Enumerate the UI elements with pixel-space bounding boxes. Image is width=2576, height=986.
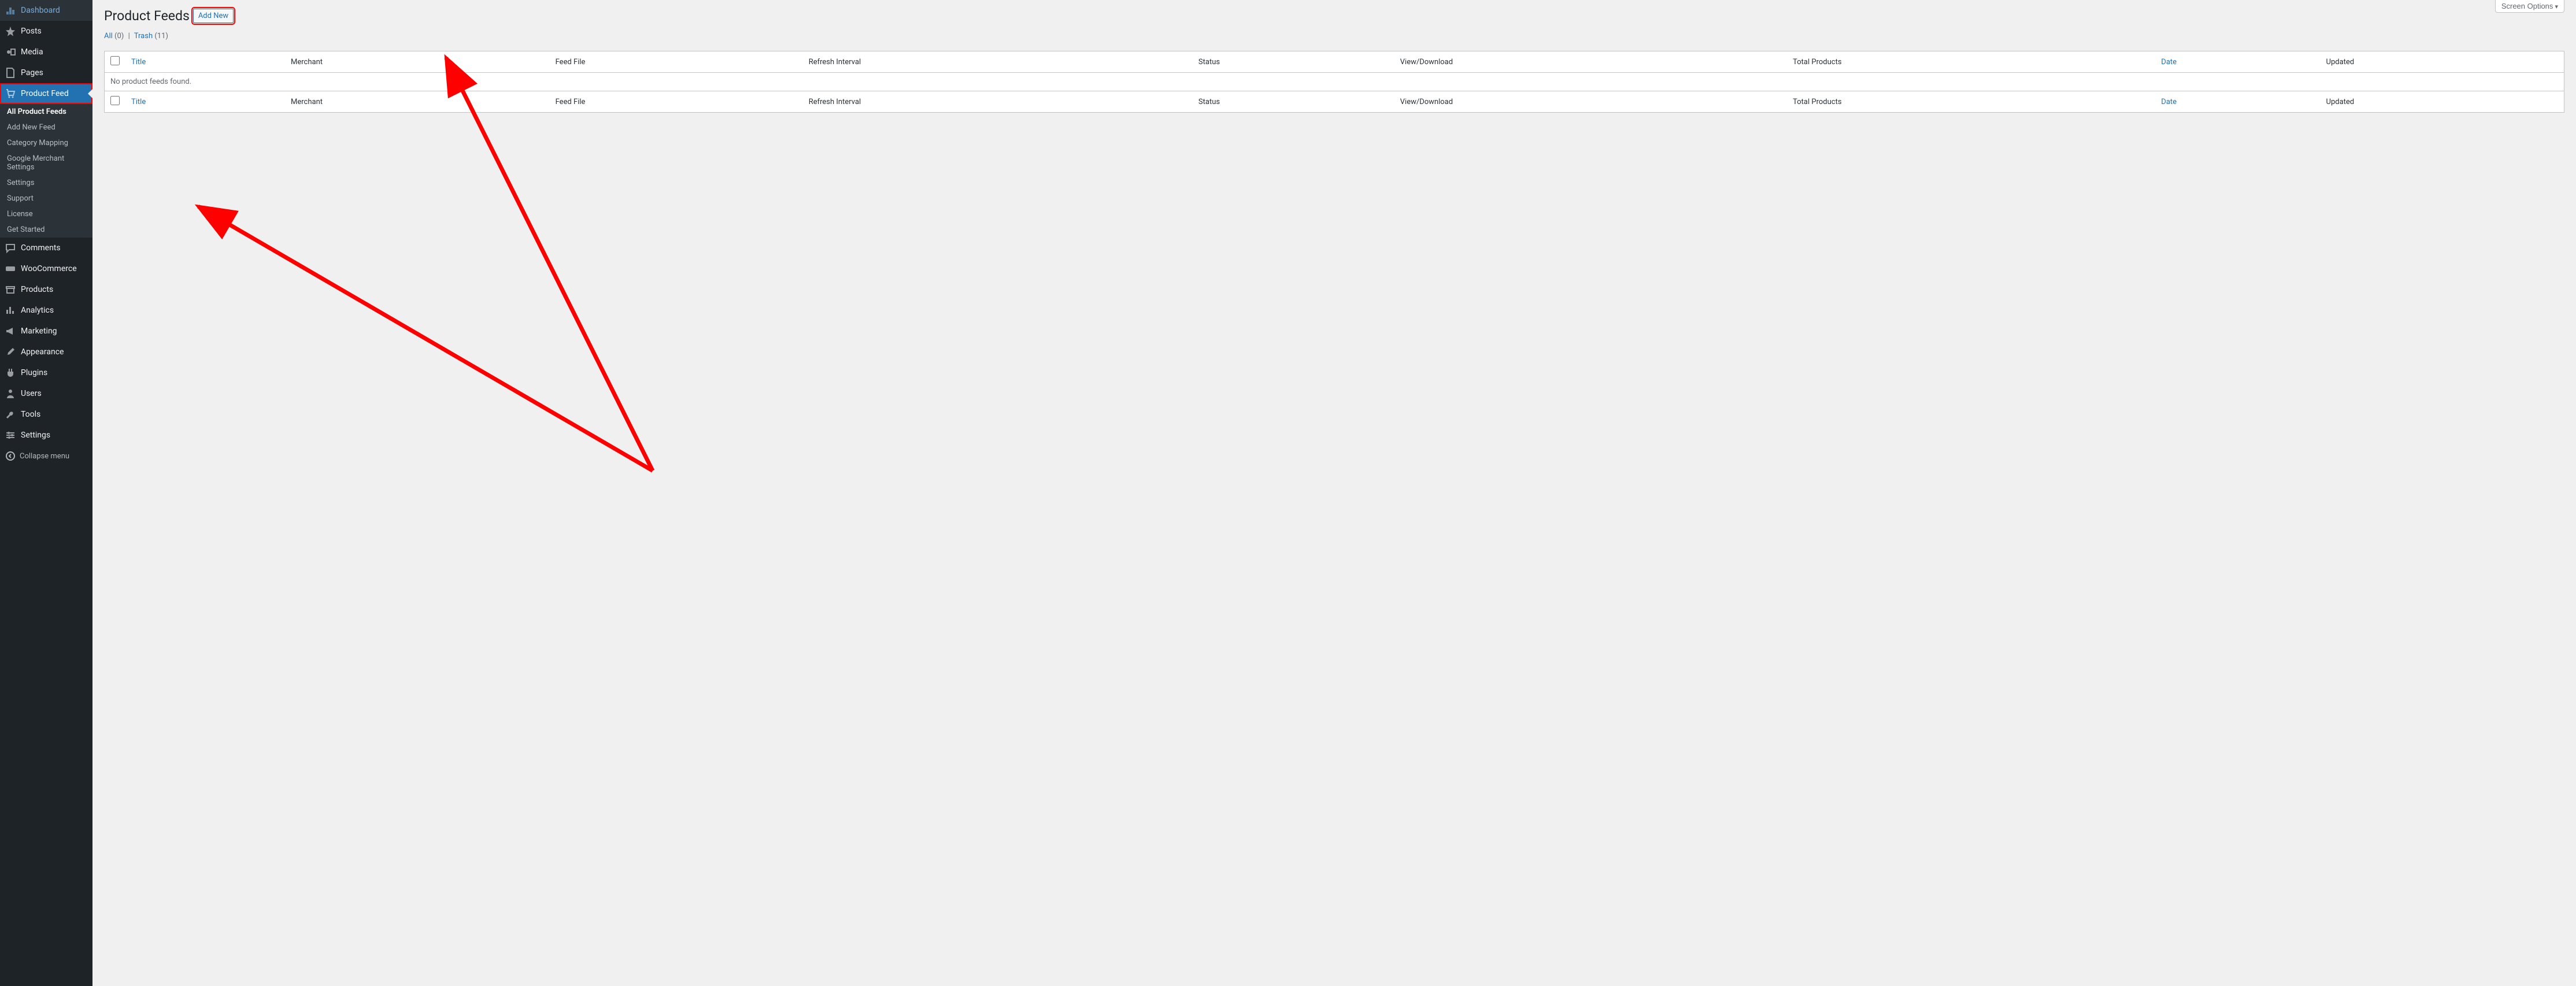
col-total-products: Total Products — [1787, 51, 2155, 73]
sidebar-submenu-product-feed: All Product Feeds Add New Feed Category … — [0, 104, 92, 238]
page-header: Product Feeds Add New — [104, 8, 2564, 24]
submenu-item-category-mapping[interactable]: Category Mapping — [0, 135, 92, 151]
col-total-products-footer: Total Products — [1787, 91, 2155, 113]
sidebar-item-comments[interactable]: Comments — [0, 238, 92, 258]
submenu-item-google-merchant[interactable]: Google Merchant Settings — [0, 151, 92, 175]
cart-icon — [5, 88, 16, 99]
sidebar-item-dashboard[interactable]: Dashboard — [0, 0, 92, 21]
collapse-label: Collapse menu — [20, 452, 69, 461]
sidebar-item-label: Comments — [21, 243, 61, 253]
sidebar-item-label: Posts — [21, 27, 42, 36]
sidebar-item-label: Users — [21, 389, 42, 398]
dashboard-icon — [5, 5, 16, 16]
arrow-to-sidebar-product-feed — [198, 206, 653, 470]
sidebar-item-marketing[interactable]: Marketing — [0, 321, 92, 342]
col-merchant: Merchant — [285, 51, 550, 73]
filter-all-count: (0) — [114, 32, 124, 40]
sidebar-item-appearance[interactable]: Appearance — [0, 342, 92, 362]
filter-trash-link[interactable]: Trash — [134, 32, 153, 40]
sidebar-item-tools[interactable]: Tools — [0, 404, 92, 425]
sidebar-item-settings[interactable]: Settings — [0, 425, 92, 446]
media-icon — [5, 46, 16, 58]
sidebar-item-label: Product Feed — [21, 89, 69, 98]
sidebar-item-woocommerce[interactable]: WooCommerce — [0, 258, 92, 279]
sidebar-item-label: Dashboard — [21, 6, 60, 15]
col-status-footer: Status — [1193, 91, 1394, 113]
sidebar-item-analytics[interactable]: Analytics — [0, 300, 92, 321]
sidebar-item-label: Analytics — [21, 306, 54, 315]
sidebar-item-label: Plugins — [21, 368, 47, 377]
plug-icon — [5, 367, 16, 379]
col-view-download-footer: View/Download — [1394, 91, 1787, 113]
col-date-footer[interactable]: Date — [2155, 91, 2320, 113]
chart-icon — [5, 305, 16, 316]
sidebar-item-products[interactable]: Products — [0, 279, 92, 300]
main-content: Screen Options Product Feeds Add New All… — [92, 0, 2576, 118]
comment-icon — [5, 242, 16, 254]
col-merchant-footer: Merchant — [285, 91, 550, 113]
col-refresh-interval-footer: Refresh Interval — [803, 91, 1193, 113]
list-filters: All (0) | Trash (11) — [104, 32, 2564, 40]
sidebar-item-label: Settings — [21, 431, 50, 440]
page-title: Product Feeds — [104, 8, 190, 24]
submenu-item-license[interactable]: License — [0, 206, 92, 222]
sidebar-item-label: WooCommerce — [21, 264, 77, 273]
sidebar-item-label: Pages — [21, 68, 43, 77]
user-icon — [5, 388, 16, 399]
filter-separator: | — [128, 32, 130, 40]
sidebar-item-pages[interactable]: Pages — [0, 62, 92, 83]
collapse-menu-button[interactable]: Collapse menu — [0, 446, 92, 466]
wrench-icon — [5, 409, 16, 420]
add-new-button[interactable]: Add New — [193, 9, 234, 23]
submenu-item-all-feeds[interactable]: All Product Feeds — [0, 104, 92, 120]
product-feeds-table: Title Merchant Feed File Refresh Interva… — [104, 51, 2564, 113]
submenu-item-support[interactable]: Support — [0, 191, 92, 206]
sidebar-item-label: Products — [21, 285, 53, 294]
collapse-icon — [5, 450, 16, 462]
submenu-item-get-started[interactable]: Get Started — [0, 222, 92, 238]
select-all-footer[interactable] — [105, 91, 126, 113]
col-date[interactable]: Date — [2155, 51, 2320, 73]
pin-icon — [5, 25, 16, 37]
select-all-header[interactable] — [105, 51, 126, 73]
col-title-footer[interactable]: Title — [125, 91, 285, 113]
col-updated-footer: Updated — [2320, 91, 2564, 113]
arrow-to-add-new — [446, 58, 653, 470]
sidebar-item-label: Marketing — [21, 327, 57, 336]
sidebar-item-product-feed[interactable]: Product Feed — [0, 83, 92, 104]
col-feed-file: Feed File — [550, 51, 803, 73]
filter-trash-count: (11) — [154, 32, 168, 40]
select-all-checkbox[interactable] — [110, 56, 120, 65]
annotation-arrows — [0, 0, 2576, 986]
submenu-item-settings[interactable]: Settings — [0, 175, 92, 191]
sidebar-item-label: Appearance — [21, 347, 64, 357]
sidebar-item-label: Tools — [21, 410, 40, 419]
filter-all-link[interactable]: All — [104, 32, 113, 40]
sidebar-item-users[interactable]: Users — [0, 383, 92, 404]
admin-sidebar: Dashboard Posts Media Pages Product Feed… — [0, 0, 92, 986]
col-view-download: View/Download — [1394, 51, 1787, 73]
sidebar-item-media[interactable]: Media — [0, 42, 92, 62]
archive-icon — [5, 284, 16, 295]
col-title[interactable]: Title — [125, 51, 285, 73]
sliders-icon — [5, 429, 16, 441]
sidebar-item-posts[interactable]: Posts — [0, 21, 92, 42]
table-empty-message: No product feeds found. — [105, 73, 2564, 91]
col-updated: Updated — [2320, 51, 2564, 73]
col-refresh-interval: Refresh Interval — [803, 51, 1193, 73]
select-all-checkbox-footer[interactable] — [110, 96, 120, 105]
sidebar-item-plugins[interactable]: Plugins — [0, 362, 92, 383]
col-status: Status — [1193, 51, 1394, 73]
sidebar-item-label: Media — [21, 47, 43, 57]
megaphone-icon — [5, 325, 16, 337]
col-feed-file-footer: Feed File — [550, 91, 803, 113]
page-icon — [5, 67, 16, 79]
brush-icon — [5, 346, 16, 358]
screen-options-button[interactable]: Screen Options — [2495, 0, 2564, 13]
submenu-item-add-new-feed[interactable]: Add New Feed — [0, 120, 92, 135]
table-empty-row: No product feeds found. — [105, 73, 2564, 91]
woo-icon — [5, 263, 16, 275]
